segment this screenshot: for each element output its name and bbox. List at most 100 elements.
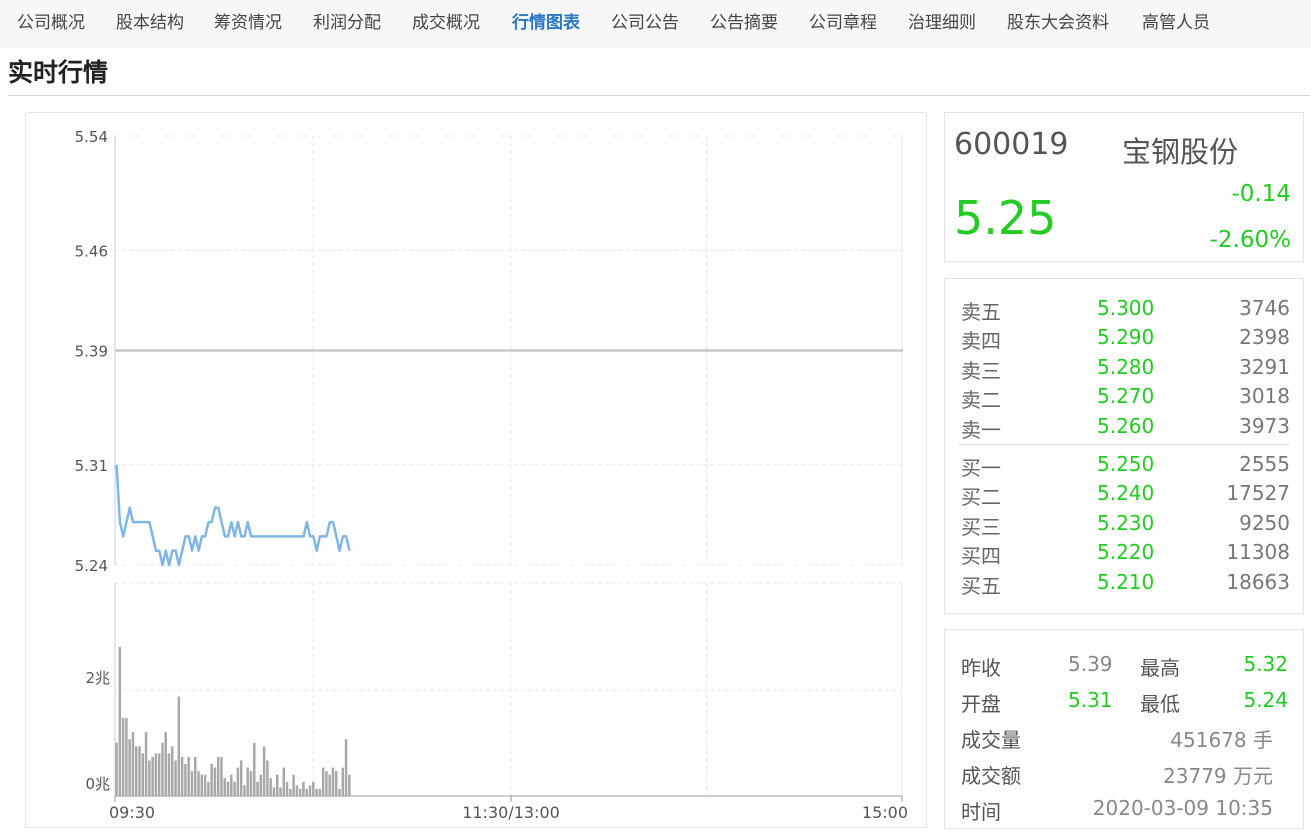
tab-6[interactable]: 公司公告 (611, 8, 679, 33)
volume-bar (171, 746, 174, 796)
price-axis-tick: 5.24 (75, 557, 108, 575)
volume-label: 成交量 (961, 728, 1021, 752)
volume-bar (213, 767, 217, 796)
quote-panel: 600019 宝钢股份 5.25 -0.14 -2.60% (944, 112, 1304, 262)
low-value: 5.24 (1243, 688, 1288, 712)
volume-bar (164, 732, 167, 796)
volume-bar (328, 774, 331, 796)
price-axis-tick: 5.31 (75, 457, 108, 475)
ask-price: 5.300 (1097, 296, 1155, 320)
volume-bar (239, 760, 243, 796)
last-price: 5.25 (954, 191, 1057, 245)
volume-bar (266, 760, 269, 796)
tab-11[interactable]: 高管人员 (1142, 8, 1210, 33)
volume-bar (207, 781, 210, 796)
volume-bar (285, 781, 289, 796)
volume-bar (230, 774, 233, 796)
volume-bar (249, 771, 253, 796)
ask-price: 5.270 (1097, 384, 1155, 408)
volume-bar (282, 767, 286, 796)
volume-bar (134, 746, 138, 796)
tab-5[interactable]: 行情图表 (512, 8, 580, 33)
volume-bar (348, 774, 351, 796)
bid-price: 5.240 (1097, 481, 1155, 505)
order-book-divider (959, 444, 1289, 445)
volume-bar (292, 774, 295, 796)
bid-price: 5.250 (1097, 452, 1155, 476)
volume-bar (151, 756, 154, 796)
tab-2[interactable]: 筹资情况 (214, 8, 282, 33)
volume-bar (197, 771, 200, 796)
ask-row: 卖二 5.270 3018 (945, 384, 1305, 412)
high-label: 最高 (1140, 656, 1180, 680)
tab-9[interactable]: 治理细则 (908, 8, 976, 33)
volume-bar (344, 739, 348, 796)
tab-10[interactable]: 股东大会资料 (1007, 8, 1109, 33)
page-title: 实时行情 (8, 58, 109, 87)
price-axis-tick: 5.54 (75, 128, 108, 146)
prev-close-label: 昨收 (961, 656, 1001, 680)
time-label: 时间 (961, 800, 1001, 824)
volume-bar (321, 767, 325, 796)
volume-bar (256, 781, 259, 796)
bid-label: 买五 (961, 574, 1001, 598)
bid-volume: 17527 (1226, 481, 1290, 505)
ask-row: 卖五 5.300 3746 (945, 296, 1305, 324)
ask-label: 卖一 (961, 418, 1001, 442)
volume-bar (243, 785, 246, 796)
volume-bar (216, 756, 220, 796)
volume-bar (298, 788, 302, 796)
volume-bar (154, 753, 158, 796)
volume-bar (177, 696, 181, 796)
volume-bar (141, 753, 145, 796)
volume-bar (131, 732, 135, 796)
low-label: 最低 (1140, 692, 1180, 716)
volume-axis-tick: 2兆 (85, 669, 110, 687)
volume-bar (275, 774, 279, 796)
stock-name: 宝钢股份 (1122, 135, 1239, 169)
volume-bar (200, 774, 204, 796)
bid-row: 买二 5.240 17527 (945, 481, 1305, 509)
volume-bar (184, 764, 187, 796)
volume-bar (161, 742, 164, 796)
tab-3[interactable]: 利润分配 (313, 8, 381, 33)
volume-bar (272, 787, 276, 796)
bid-volume: 11308 (1226, 540, 1290, 564)
stats-panel: 昨收 5.39 最高 5.32 开盘 5.31 最低 5.24 成交量 4516… (944, 629, 1304, 829)
bid-volume: 9250 (1239, 511, 1290, 535)
volume-bar (144, 732, 148, 796)
open-label: 开盘 (961, 692, 1001, 716)
volume-bar (279, 787, 282, 796)
volume-bar (174, 760, 177, 796)
time-axis-label: 11:30/13:00 (462, 803, 560, 822)
volume-bar (167, 753, 171, 796)
volume-bar (318, 788, 322, 796)
volume-bar (236, 767, 240, 796)
tab-7[interactable]: 公告摘要 (710, 8, 778, 33)
ask-row: 卖四 5.290 2398 (945, 325, 1305, 353)
volume-bar (305, 788, 308, 796)
bid-label: 买三 (961, 515, 1001, 539)
volume-axis-tick: 0兆 (85, 775, 110, 793)
bid-volume: 2555 (1239, 452, 1290, 476)
tab-4[interactable]: 成交概况 (412, 8, 480, 33)
title-divider (8, 95, 1310, 96)
volume-bar (138, 746, 141, 796)
volume-bar (259, 774, 263, 796)
volume-bar (315, 788, 318, 796)
ask-volume: 3018 (1239, 384, 1290, 408)
bid-label: 买二 (961, 485, 1001, 509)
tab-8[interactable]: 公司章程 (809, 8, 877, 33)
volume-bar (203, 774, 207, 796)
tab-0[interactable]: 公司概况 (17, 8, 85, 33)
time-axis-label: 15:00 (862, 803, 908, 822)
volume-bar (289, 788, 292, 796)
ask-volume: 3291 (1239, 355, 1290, 379)
tab-1[interactable]: 股本结构 (116, 8, 184, 33)
bid-row: 买四 5.220 11308 (945, 540, 1305, 568)
ask-price: 5.290 (1097, 325, 1155, 349)
volume-bar (118, 646, 122, 796)
volume-bar (148, 760, 151, 796)
volume-bar (121, 717, 125, 796)
intraday-chart: 5.54 5.46 5.39 5.31 5.24 2兆 0兆 09:30 11:30/13:00… (25, 112, 927, 828)
